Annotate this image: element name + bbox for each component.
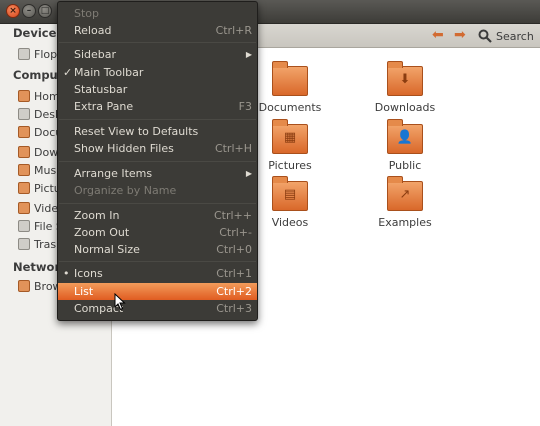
window-maximize-button[interactable]: □ xyxy=(38,4,52,18)
sidebar-item-downloads[interactable]: Dow xyxy=(18,144,58,160)
filesystem-icon xyxy=(18,220,30,232)
videos-folder-icon xyxy=(18,202,30,214)
sidebar-item-music[interactable]: Musi xyxy=(18,162,59,178)
file-item-videos[interactable]: ▤ Videos xyxy=(245,176,335,229)
forward-button[interactable]: ➡ xyxy=(454,28,466,42)
menu-item-sidebar[interactable]: Sidebar ▶ xyxy=(58,46,257,63)
sidebar-item-documents[interactable]: Docu xyxy=(18,124,62,140)
sidebar-item-home[interactable]: Hom xyxy=(18,88,60,104)
search-label: Search xyxy=(496,29,534,43)
public-folder-icon: 👤 xyxy=(387,119,423,154)
back-button[interactable]: ⬅ xyxy=(432,28,444,42)
checkmark-icon: ✓ xyxy=(63,66,73,79)
sidebar-item-label: Dow xyxy=(34,145,59,159)
menu-item-show-hidden-files[interactable]: Show Hidden Files Ctrl+H xyxy=(58,140,257,157)
menu-item-list[interactable]: List Ctrl+2 xyxy=(58,283,257,300)
sidebar-item-floppy[interactable]: Flop xyxy=(18,46,57,62)
file-label: Pictures xyxy=(268,159,312,172)
documents-folder-icon xyxy=(18,126,30,138)
downloads-folder-icon xyxy=(18,146,30,158)
menu-separator xyxy=(59,261,256,262)
menu-item-compact[interactable]: Compact Ctrl+3 xyxy=(58,300,257,317)
network-icon xyxy=(18,280,30,292)
menu-item-zoom-out[interactable]: Zoom Out Ctrl+- xyxy=(58,224,257,241)
file-label: Public xyxy=(388,159,422,172)
home-folder-icon xyxy=(18,90,30,102)
downloads-folder-icon: ⬇ xyxy=(387,61,423,96)
menu-item-reload[interactable]: Reload Ctrl+R xyxy=(58,22,257,39)
file-item-downloads[interactable]: ⬇ Downloads xyxy=(360,61,450,114)
file-item-public[interactable]: 👤 Public xyxy=(360,119,450,172)
sidebar-item-label: Musi xyxy=(34,163,60,177)
menu-item-organize-by-name: Organize by Name xyxy=(74,184,177,197)
sidebar-item-label: Hom xyxy=(34,89,60,103)
videos-folder-icon: ▤ xyxy=(272,176,308,211)
menu-separator xyxy=(59,203,256,204)
file-label: Downloads xyxy=(374,101,436,114)
submenu-arrow-icon: ▶ xyxy=(245,50,252,59)
sidebar-item-label: Flop xyxy=(34,47,58,61)
menu-item-extra-pane[interactable]: Extra Pane F3 xyxy=(58,98,257,115)
file-label: Videos xyxy=(271,216,309,229)
folder-icon xyxy=(272,61,308,96)
sidebar-item-videos[interactable]: Vide xyxy=(18,200,58,216)
file-item-documents[interactable]: Documents xyxy=(245,61,335,114)
menu-item-reset-view[interactable]: Reset View to Defaults xyxy=(58,123,257,140)
right-arrow-icon: ➡ xyxy=(454,27,466,43)
sidebar-heading-devices: Devices xyxy=(13,26,64,40)
file-label: Documents xyxy=(258,101,322,114)
menu-item-main-toolbar[interactable]: ✓ Main Toolbar xyxy=(58,64,257,81)
view-menu: Stop Reload Ctrl+R Sidebar ▶ ✓ Main Tool… xyxy=(57,1,258,321)
menu-item-zoom-in[interactable]: Zoom In Ctrl++ xyxy=(58,207,257,224)
music-folder-icon xyxy=(18,164,30,176)
maximize-icon: □ xyxy=(40,5,50,16)
menu-item-stop: Stop xyxy=(74,7,100,20)
menu-separator xyxy=(59,119,256,120)
search-icon xyxy=(478,29,492,43)
left-arrow-icon: ⬅ xyxy=(432,27,444,43)
menu-separator xyxy=(59,42,256,43)
sidebar-item-desktop[interactable]: Desk xyxy=(18,106,61,122)
search-button[interactable]: Search xyxy=(478,27,534,45)
file-item-examples[interactable]: ↗ Examples xyxy=(360,176,450,229)
minimize-icon: – xyxy=(26,5,32,16)
radio-dot-icon: • xyxy=(63,267,70,280)
submenu-arrow-icon: ▶ xyxy=(245,169,252,178)
mouse-pointer-icon xyxy=(114,293,126,311)
pictures-folder-icon xyxy=(18,182,30,194)
menu-item-arrange-items[interactable]: Arrange Items ▶ xyxy=(58,165,257,182)
menu-item-normal-size[interactable]: Normal Size Ctrl+0 xyxy=(58,241,257,258)
close-icon: × xyxy=(9,5,17,16)
trash-icon xyxy=(18,238,30,250)
floppy-icon xyxy=(18,48,30,60)
window-minimize-button[interactable]: – xyxy=(22,4,36,18)
menu-separator xyxy=(59,161,256,162)
sidebar-item-label: Vide xyxy=(34,201,59,215)
file-item-pictures[interactable]: ▦ Pictures xyxy=(245,119,335,172)
pictures-folder-icon: ▦ xyxy=(272,119,308,154)
window-close-button[interactable]: × xyxy=(6,4,20,18)
file-label: Examples xyxy=(378,216,432,229)
menu-item-icons[interactable]: • Icons Ctrl+1 xyxy=(58,265,257,282)
examples-link-folder-icon: ↗ xyxy=(387,176,423,211)
desktop-icon xyxy=(18,108,30,120)
menu-item-statusbar[interactable]: Statusbar xyxy=(58,81,257,98)
sidebar-item-pictures[interactable]: Pictu xyxy=(18,180,61,196)
sidebar-item-browse-network[interactable]: Brow xyxy=(18,278,62,294)
sidebar-heading-computer: Comput xyxy=(13,68,64,82)
